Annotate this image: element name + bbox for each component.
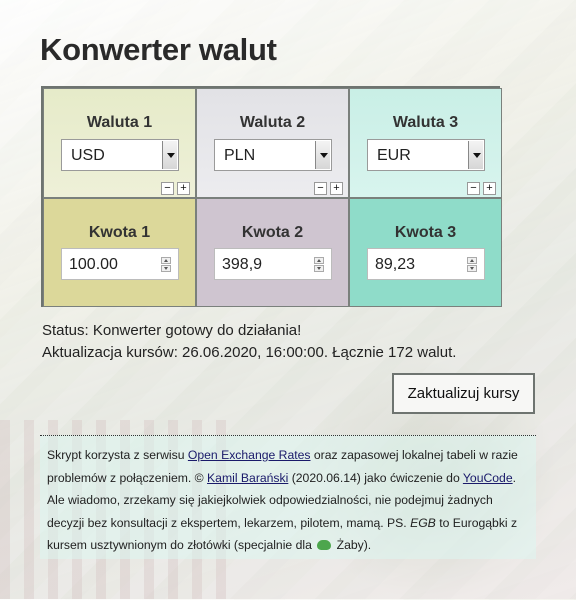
open-exchange-rates-link[interactable]: Open Exchange Rates bbox=[188, 448, 311, 462]
amount-input-1[interactable]: 100.00 bbox=[61, 248, 179, 280]
amount-label-2: Kwota 2 bbox=[241, 224, 304, 241]
chevron-down-icon[interactable] bbox=[315, 141, 330, 169]
currency-label-1: Waluta 1 bbox=[86, 114, 153, 131]
chevron-down-icon[interactable] bbox=[468, 141, 483, 169]
spinner-icon[interactable] bbox=[314, 257, 324, 272]
remove-currency-button-3[interactable]: − bbox=[467, 182, 480, 195]
currency-select-1[interactable]: USD bbox=[61, 139, 179, 171]
footer-text: Żaby). bbox=[333, 538, 372, 552]
currency-select-2[interactable]: PLN bbox=[214, 139, 332, 171]
currency-label-2: Waluta 2 bbox=[239, 114, 306, 131]
egb-term: EGB bbox=[410, 515, 436, 530]
currency-label-3: Waluta 3 bbox=[392, 114, 459, 131]
add-currency-button-3[interactable]: + bbox=[483, 182, 496, 195]
currency-cell-1: Waluta 1 USD − + bbox=[43, 88, 196, 198]
currency-select-1-value: USD bbox=[71, 147, 105, 164]
amount-label-3: Kwota 3 bbox=[394, 224, 457, 241]
amount-cell-2: Kwota 2 398,9 bbox=[196, 198, 349, 307]
amount-input-1-value: 100.00 bbox=[69, 256, 118, 273]
amount-input-2-value: 398,9 bbox=[222, 256, 263, 273]
youcode-link[interactable]: YouCode bbox=[463, 471, 513, 485]
update-rates-button[interactable]: Zaktualizuj kursy bbox=[392, 373, 535, 414]
author-link[interactable]: Kamil Barański bbox=[207, 471, 288, 485]
currency-select-3[interactable]: EUR bbox=[367, 139, 485, 171]
frog-icon bbox=[317, 540, 332, 550]
rates-update-text: Aktualizacja kursów: 26.06.2020, 16:00:0… bbox=[42, 344, 457, 361]
chevron-down-icon[interactable] bbox=[162, 141, 177, 169]
currency-select-3-value: EUR bbox=[377, 147, 411, 164]
spinner-icon[interactable] bbox=[161, 257, 171, 272]
amount-cell-1: Kwota 1 100.00 bbox=[43, 198, 196, 307]
amount-input-2[interactable]: 398,9 bbox=[214, 248, 332, 280]
page-title: Konwerter walut bbox=[40, 32, 277, 67]
amount-input-3-value: 89,23 bbox=[375, 256, 416, 273]
currency-cell-2: Waluta 2 PLN − + bbox=[196, 88, 349, 198]
footer-text: (2020.06.14) jako ćwiczenie do bbox=[288, 470, 463, 485]
amount-input-3[interactable]: 89,23 bbox=[367, 248, 485, 280]
remove-currency-button-2[interactable]: − bbox=[314, 182, 327, 195]
status-panel: Status: Konwerter gotowy do działania! A… bbox=[42, 320, 456, 364]
currency-cell-3: Waluta 3 EUR − + bbox=[349, 88, 502, 198]
currency-select-2-value: PLN bbox=[224, 147, 256, 164]
footer-text: Skrypt korzysta z serwisu bbox=[47, 448, 188, 462]
converter-grid: Waluta 1 USD − + Waluta 2 PLN − + Waluta… bbox=[41, 86, 502, 307]
spinner-icon[interactable] bbox=[467, 257, 477, 272]
footer-note: Skrypt korzysta z serwisu Open Exchange … bbox=[40, 435, 536, 559]
add-currency-button-2[interactable]: + bbox=[330, 182, 343, 195]
status-text: Status: Konwerter gotowy do działania! bbox=[42, 322, 302, 339]
amount-label-1: Kwota 1 bbox=[88, 224, 151, 241]
amount-cell-3: Kwota 3 89,23 bbox=[349, 198, 502, 307]
remove-currency-button-1[interactable]: − bbox=[161, 182, 174, 195]
add-currency-button-1[interactable]: + bbox=[177, 182, 190, 195]
